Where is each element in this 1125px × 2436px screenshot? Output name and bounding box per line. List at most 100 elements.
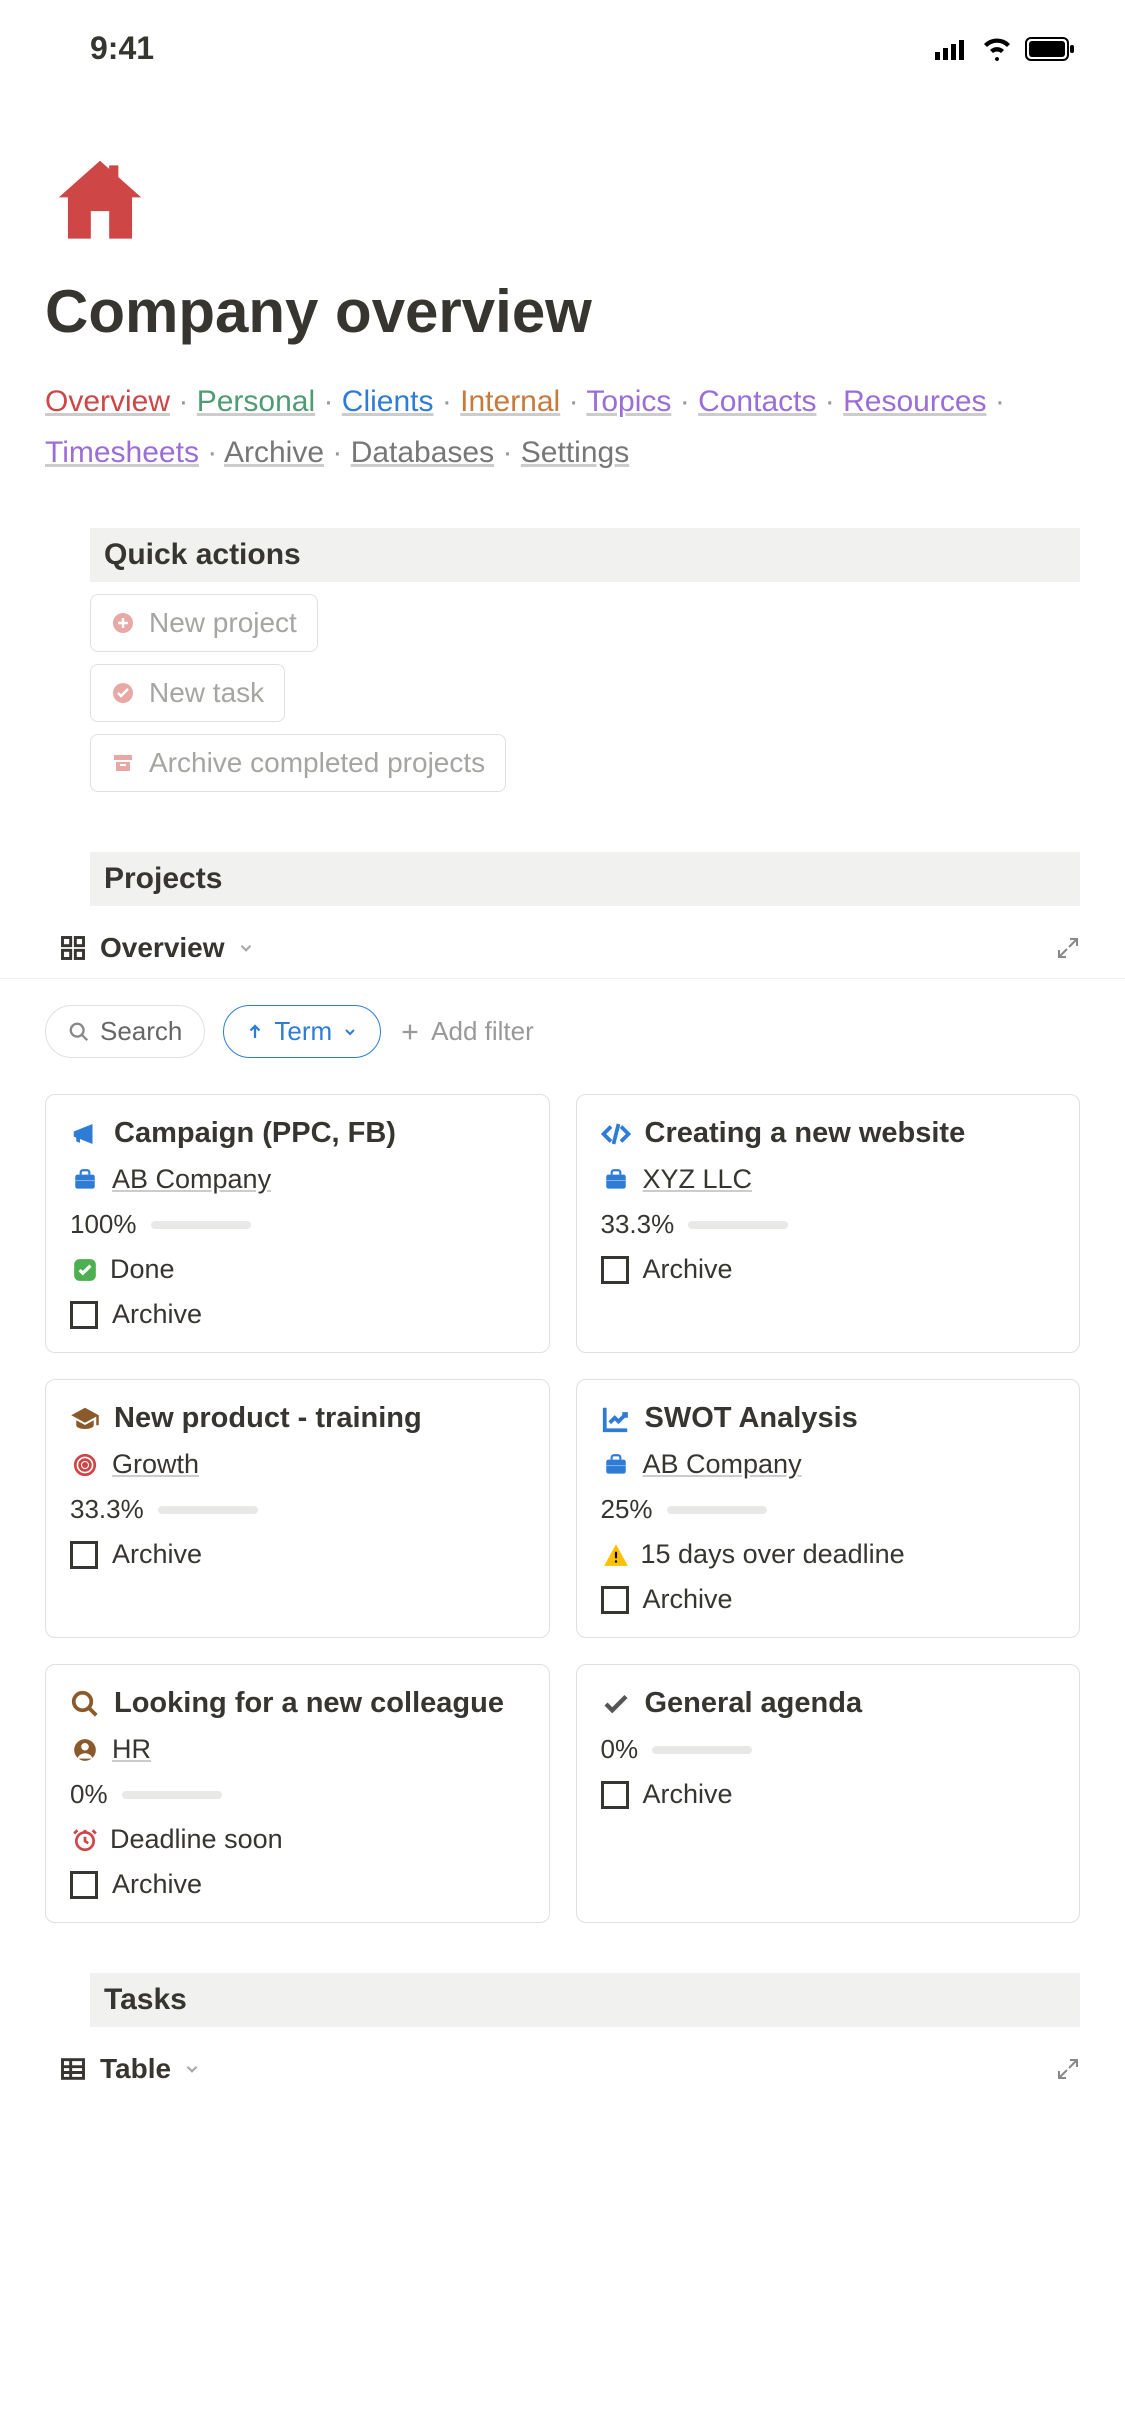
card-archive-row[interactable]: Archive (70, 1299, 525, 1330)
card-title-row: Looking for a new colleague (70, 1687, 525, 1720)
battery-icon (1025, 37, 1075, 61)
cellular-icon (935, 38, 969, 60)
card-sub-link[interactable]: XYZ LLC (643, 1164, 753, 1195)
nav-link-databases[interactable]: Databases (351, 436, 494, 469)
nav-link-contacts[interactable]: Contacts (698, 385, 816, 418)
nav-link-topics[interactable]: Topics (586, 385, 671, 418)
search-button[interactable]: Search (45, 1005, 205, 1058)
archive-completed-projects-button[interactable]: Archive completed projects (90, 734, 506, 792)
card-progress: 0% (70, 1779, 525, 1810)
progress-bar (667, 1506, 767, 1514)
projects-view-button[interactable]: Overview (58, 932, 255, 964)
plus-circle-icon (111, 611, 135, 635)
nav-separator: · (494, 436, 521, 469)
card-sub-link[interactable]: HR (112, 1734, 151, 1765)
project-card[interactable]: New product - training Growth 33.3% Arch… (45, 1379, 550, 1638)
card-progress: 25% (601, 1494, 1056, 1525)
nav-link-internal[interactable]: Internal (460, 385, 560, 418)
board-icon (58, 933, 88, 963)
status-time: 9:41 (90, 30, 154, 67)
progress-bar (652, 1746, 752, 1754)
button-label: New project (149, 607, 297, 639)
new-project-button[interactable]: New project (90, 594, 318, 652)
status-label: 15 days over deadline (641, 1539, 905, 1570)
checkbox-icon (601, 1256, 629, 1284)
nav-link-clients[interactable]: Clients (342, 385, 434, 418)
nav-link-settings[interactable]: Settings (521, 436, 629, 469)
new-task-button[interactable]: New task (90, 664, 285, 722)
archive-icon (111, 751, 135, 775)
progress-percent: 33.3% (70, 1494, 144, 1525)
nav-separator: · (170, 385, 197, 418)
card-archive-row[interactable]: Archive (601, 1254, 1056, 1285)
briefcase-icon (70, 1165, 100, 1195)
checkbox-icon (601, 1781, 629, 1809)
nav-link-timesheets[interactable]: Timesheets (45, 436, 199, 469)
progress-bar (151, 1221, 251, 1229)
project-card[interactable]: SWOT Analysis AB Company 25% 15 days ove… (576, 1379, 1081, 1638)
card-title-row: New product - training (70, 1402, 525, 1435)
card-title: Creating a new website (645, 1117, 966, 1150)
card-title: Looking for a new colleague (114, 1687, 504, 1720)
add-filter-label: Add filter (431, 1016, 534, 1047)
nav-separator: · (315, 385, 342, 418)
card-archive-row[interactable]: Archive (601, 1584, 1056, 1615)
card-status: Deadline soon (70, 1824, 525, 1855)
progress-percent: 33.3% (601, 1209, 675, 1240)
progress-percent: 25% (601, 1494, 653, 1525)
card-progress: 100% (70, 1209, 525, 1240)
search-label: Search (100, 1016, 182, 1047)
card-title-row: Creating a new website (601, 1117, 1056, 1150)
person-icon (70, 1735, 100, 1765)
progress-percent: 0% (70, 1779, 108, 1810)
nav-link-overview[interactable]: Overview (45, 385, 170, 418)
code-icon (601, 1119, 631, 1149)
alarm-icon (70, 1825, 100, 1855)
card-sub-link[interactable]: Growth (112, 1449, 199, 1480)
term-filter-button[interactable]: Term (223, 1005, 381, 1058)
tasks-view-button[interactable]: Table (58, 2053, 201, 2085)
nav-separator: · (560, 385, 586, 418)
card-title-row: General agenda (601, 1687, 1056, 1720)
progress-percent: 0% (601, 1734, 639, 1765)
house-icon (45, 147, 1080, 257)
card-title: Campaign (PPC, FB) (114, 1117, 396, 1150)
search-brown-icon (70, 1689, 100, 1719)
status-label: Done (110, 1254, 175, 1285)
target-icon (70, 1450, 100, 1480)
card-subrow: AB Company (70, 1164, 525, 1195)
check-circle-icon (111, 681, 135, 705)
nav-link-resources[interactable]: Resources (843, 385, 986, 418)
archive-label: Archive (643, 1254, 733, 1285)
card-archive-row[interactable]: Archive (70, 1869, 525, 1900)
card-subrow: Growth (70, 1449, 525, 1480)
chevron-down-icon (342, 1024, 358, 1040)
briefcase-icon (601, 1450, 631, 1480)
project-card[interactable]: General agenda 0% Archive (576, 1664, 1081, 1923)
project-card[interactable]: Looking for a new colleague HR 0% Deadli… (45, 1664, 550, 1923)
plus-icon (399, 1021, 421, 1043)
graduation-icon (70, 1404, 100, 1434)
card-progress: 33.3% (70, 1494, 525, 1525)
button-label: New task (149, 677, 264, 709)
nav-separator: · (324, 436, 351, 469)
expand-icon[interactable] (1056, 2057, 1080, 2081)
nav-link-personal[interactable]: Personal (197, 385, 315, 418)
card-sub-link[interactable]: AB Company (643, 1449, 802, 1480)
card-sub-link[interactable]: AB Company (112, 1164, 271, 1195)
progress-percent: 100% (70, 1209, 137, 1240)
term-label: Term (274, 1016, 332, 1047)
quick-actions-buttons: New project New task Archive completed pro… (45, 594, 1080, 792)
card-archive-row[interactable]: Archive (70, 1539, 525, 1570)
add-filter-button[interactable]: Add filter (399, 1016, 534, 1047)
button-label: Archive completed projects (149, 747, 485, 779)
project-card[interactable]: Campaign (PPC, FB) AB Company 100% Done … (45, 1094, 550, 1353)
expand-icon[interactable] (1056, 936, 1080, 960)
project-card[interactable]: Creating a new website XYZ LLC 33.3% Arc… (576, 1094, 1081, 1353)
card-title: New product - training (114, 1402, 422, 1435)
card-archive-row[interactable]: Archive (601, 1779, 1056, 1810)
nav-link-archive[interactable]: Archive (224, 436, 324, 469)
check-green-icon (70, 1255, 100, 1285)
projects-header: Projects (90, 852, 1080, 906)
checkbox-icon (70, 1541, 98, 1569)
